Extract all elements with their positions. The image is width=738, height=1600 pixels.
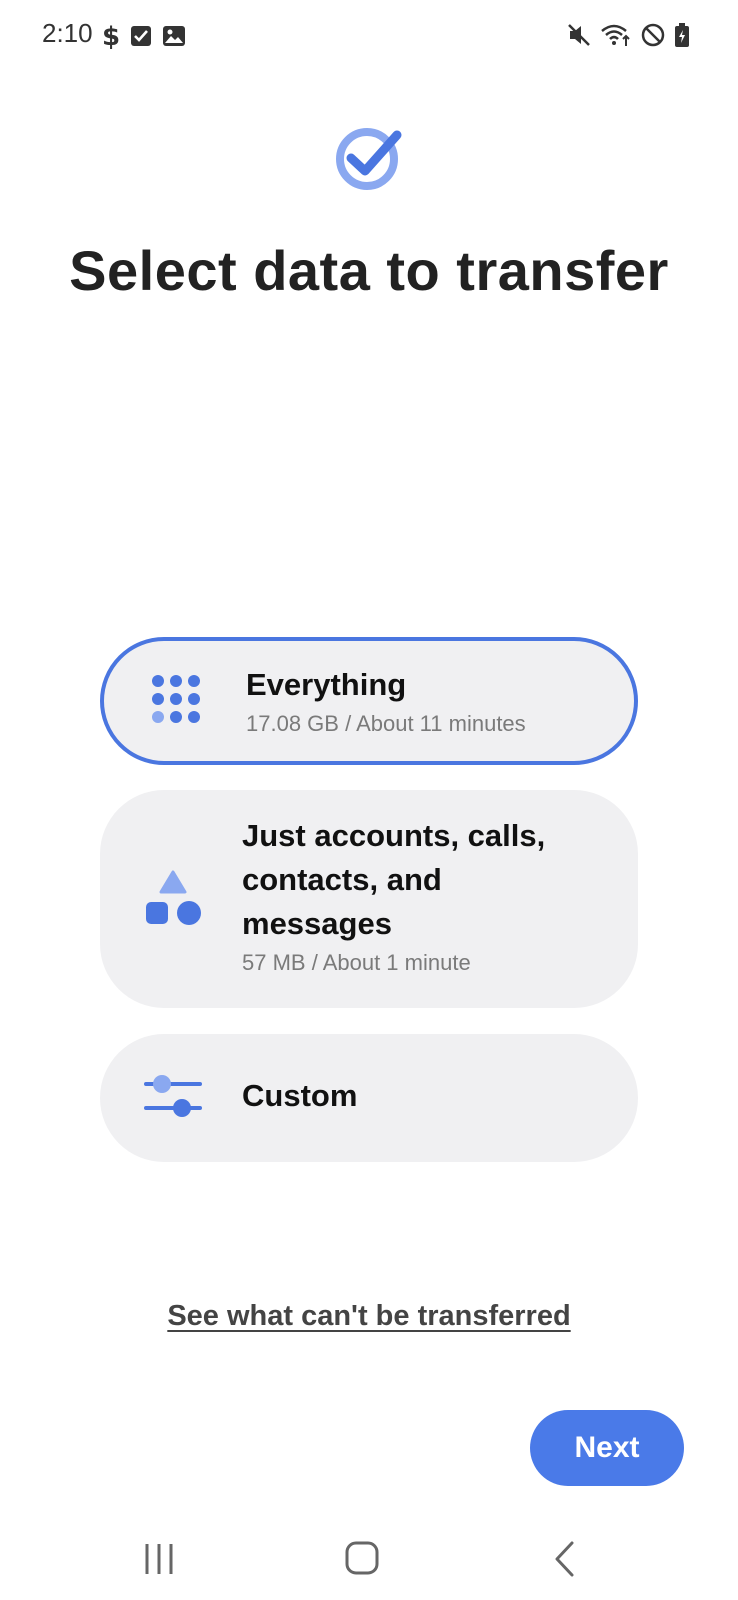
option-just-accounts-text: Just accounts, calls, contacts, and mess… xyxy=(242,814,598,976)
check-circle-icon xyxy=(333,123,405,195)
dollar-icon: $ xyxy=(100,22,120,50)
option-custom[interactable]: Custom xyxy=(100,1034,638,1162)
status-bar: 2:10 $ xyxy=(0,0,738,72)
option-subtitle: 17.08 GB / About 11 minutes xyxy=(246,711,526,736)
next-button[interactable]: Next xyxy=(530,1410,684,1486)
sliders-icon xyxy=(144,1068,204,1128)
option-title: Just accounts, calls, contacts, and mess… xyxy=(242,818,546,941)
back-icon[interactable] xyxy=(534,1534,594,1584)
status-left-icons: $ xyxy=(100,22,186,50)
svg-text:$: $ xyxy=(102,22,120,50)
status-time: 2:10 xyxy=(42,18,93,48)
navigation-bar xyxy=(0,1524,738,1600)
option-subtitle: 57 MB / About 1 minute xyxy=(242,950,471,975)
wifi-icon xyxy=(600,22,632,48)
status-right-icons xyxy=(566,22,690,48)
grid-dots-icon xyxy=(148,671,208,731)
option-custom-text: Custom xyxy=(242,1074,598,1118)
battery-icon xyxy=(674,22,690,48)
shapes-icon xyxy=(144,870,204,930)
cant-transfer-link[interactable]: See what can't be transferred xyxy=(0,1300,738,1333)
option-everything-text: Everything 17.08 GB / About 11 minutes xyxy=(246,663,594,737)
recents-icon[interactable] xyxy=(130,1534,190,1584)
home-icon[interactable] xyxy=(331,1534,391,1584)
option-title: Custom xyxy=(242,1078,358,1113)
do-not-disturb-icon xyxy=(640,22,666,48)
page-title: Select data to transfer xyxy=(69,239,669,302)
option-title: Everything xyxy=(246,667,407,702)
image-icon xyxy=(162,25,186,47)
mute-icon xyxy=(566,22,592,48)
option-just-accounts[interactable]: Just accounts, calls, contacts, and mess… xyxy=(100,790,638,1008)
option-everything[interactable]: Everything 17.08 GB / About 11 minutes xyxy=(100,637,638,765)
checkbox-icon xyxy=(130,25,152,47)
